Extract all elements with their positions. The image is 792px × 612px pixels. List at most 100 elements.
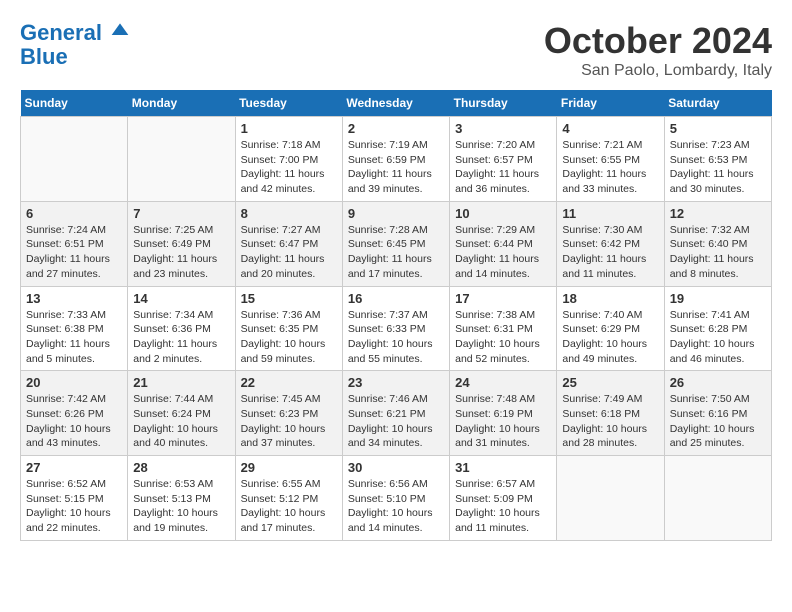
- day-info: Sunrise: 6:52 AMSunset: 5:15 PMDaylight:…: [26, 477, 122, 536]
- day-number: 10: [455, 206, 551, 221]
- weekday-header-wednesday: Wednesday: [342, 90, 449, 117]
- day-info: Sunrise: 7:46 AMSunset: 6:21 PMDaylight:…: [348, 392, 444, 451]
- day-info: Sunrise: 7:21 AMSunset: 6:55 PMDaylight:…: [562, 138, 658, 197]
- calendar-cell: [557, 456, 664, 541]
- day-number: 20: [26, 375, 122, 390]
- day-info: Sunrise: 7:41 AMSunset: 6:28 PMDaylight:…: [670, 308, 766, 367]
- day-number: 5: [670, 121, 766, 136]
- calendar-cell: [664, 456, 771, 541]
- day-info: Sunrise: 7:44 AMSunset: 6:24 PMDaylight:…: [133, 392, 229, 451]
- day-info: Sunrise: 7:18 AMSunset: 7:00 PMDaylight:…: [241, 138, 337, 197]
- weekday-header-friday: Friday: [557, 90, 664, 117]
- day-info: Sunrise: 7:42 AMSunset: 6:26 PMDaylight:…: [26, 392, 122, 451]
- day-info: Sunrise: 7:49 AMSunset: 6:18 PMDaylight:…: [562, 392, 658, 451]
- day-info: Sunrise: 7:20 AMSunset: 6:57 PMDaylight:…: [455, 138, 551, 197]
- logo-general: General: [20, 20, 102, 45]
- week-row-1: 1 Sunrise: 7:18 AMSunset: 7:00 PMDaylight…: [21, 117, 772, 202]
- month-title: October 2024: [544, 20, 772, 62]
- weekday-header-sunday: Sunday: [21, 90, 128, 117]
- day-info: Sunrise: 7:50 AMSunset: 6:16 PMDaylight:…: [670, 392, 766, 451]
- title-block: October 2024 San Paolo, Lombardy, Italy: [544, 20, 772, 80]
- day-number: 24: [455, 375, 551, 390]
- day-number: 25: [562, 375, 658, 390]
- day-number: 23: [348, 375, 444, 390]
- day-number: 7: [133, 206, 229, 221]
- logo-icon: [110, 20, 130, 40]
- calendar-cell: 17Sunrise: 7:38 AMSunset: 6:31 PMDayligh…: [450, 286, 557, 371]
- day-info: Sunrise: 7:40 AMSunset: 6:29 PMDaylight:…: [562, 308, 658, 367]
- calendar-cell: 10Sunrise: 7:29 AMSunset: 6:44 PMDayligh…: [450, 201, 557, 286]
- day-number: 26: [670, 375, 766, 390]
- day-number: 14: [133, 291, 229, 306]
- week-row-2: 6 Sunrise: 7:24 AMSunset: 6:51 PMDaylight…: [21, 201, 772, 286]
- day-number: 13: [26, 291, 122, 306]
- day-number: 28: [133, 460, 229, 475]
- week-row-4: 20 Sunrise: 7:42 AMSunset: 6:26 PMDayligh…: [21, 371, 772, 456]
- weekday-header-monday: Monday: [128, 90, 235, 117]
- calendar-cell: 23 Sunrise: 7:46 AMSunset: 6:21 PMDayligh…: [342, 371, 449, 456]
- calendar-cell: 20 Sunrise: 7:42 AMSunset: 6:26 PMDayligh…: [21, 371, 128, 456]
- day-info: Sunrise: 7:27 AMSunset: 6:47 PMDaylight:…: [241, 223, 337, 282]
- day-info: Sunrise: 7:48 AMSunset: 6:19 PMDaylight:…: [455, 392, 551, 451]
- calendar-cell: 22Sunrise: 7:45 AMSunset: 6:23 PMDayligh…: [235, 371, 342, 456]
- day-number: 16: [348, 291, 444, 306]
- calendar-cell: 2 Sunrise: 7:19 AMSunset: 6:59 PMDaylight…: [342, 117, 449, 202]
- location-title: San Paolo, Lombardy, Italy: [544, 62, 772, 80]
- calendar-cell: 16 Sunrise: 7:37 AMSunset: 6:33 PMDayligh…: [342, 286, 449, 371]
- day-info: Sunrise: 7:37 AMSunset: 6:33 PMDaylight:…: [348, 308, 444, 367]
- day-info: Sunrise: 7:23 AMSunset: 6:53 PMDaylight:…: [670, 138, 766, 197]
- calendar-cell: 8 Sunrise: 7:27 AMSunset: 6:47 PMDaylight…: [235, 201, 342, 286]
- day-info: Sunrise: 7:24 AMSunset: 6:51 PMDaylight:…: [26, 223, 122, 282]
- day-number: 18: [562, 291, 658, 306]
- day-number: 3: [455, 121, 551, 136]
- calendar-table: SundayMondayTuesdayWednesdayThursdayFrid…: [20, 90, 772, 541]
- calendar-cell: 12Sunrise: 7:32 AMSunset: 6:40 PMDayligh…: [664, 201, 771, 286]
- day-number: 17: [455, 291, 551, 306]
- day-number: 15: [241, 291, 337, 306]
- calendar-cell: 9Sunrise: 7:28 AMSunset: 6:45 PMDaylight…: [342, 201, 449, 286]
- day-number: 6: [26, 206, 122, 221]
- calendar-cell: 31Sunrise: 6:57 AMSunset: 5:09 PMDayligh…: [450, 456, 557, 541]
- day-info: Sunrise: 7:36 AMSunset: 6:35 PMDaylight:…: [241, 308, 337, 367]
- day-number: 2: [348, 121, 444, 136]
- day-number: 1: [241, 121, 337, 136]
- day-info: Sunrise: 7:25 AMSunset: 6:49 PMDaylight:…: [133, 223, 229, 282]
- day-info: Sunrise: 6:57 AMSunset: 5:09 PMDaylight:…: [455, 477, 551, 536]
- calendar-cell: 27 Sunrise: 6:52 AMSunset: 5:15 PMDayligh…: [21, 456, 128, 541]
- calendar-cell: 3 Sunrise: 7:20 AMSunset: 6:57 PMDaylight…: [450, 117, 557, 202]
- day-info: Sunrise: 7:45 AMSunset: 6:23 PMDaylight:…: [241, 392, 337, 451]
- weekday-header-thursday: Thursday: [450, 90, 557, 117]
- calendar-cell: 1 Sunrise: 7:18 AMSunset: 7:00 PMDaylight…: [235, 117, 342, 202]
- calendar-cell: 30Sunrise: 6:56 AMSunset: 5:10 PMDayligh…: [342, 456, 449, 541]
- calendar-cell: [21, 117, 128, 202]
- calendar-cell: 13 Sunrise: 7:33 AMSunset: 6:38 PMDayligh…: [21, 286, 128, 371]
- week-row-3: 13 Sunrise: 7:33 AMSunset: 6:38 PMDayligh…: [21, 286, 772, 371]
- week-row-5: 27 Sunrise: 6:52 AMSunset: 5:15 PMDayligh…: [21, 456, 772, 541]
- calendar-cell: 28 Sunrise: 6:53 AMSunset: 5:13 PMDayligh…: [128, 456, 235, 541]
- calendar-cell: 19Sunrise: 7:41 AMSunset: 6:28 PMDayligh…: [664, 286, 771, 371]
- calendar-cell: 14Sunrise: 7:34 AMSunset: 6:36 PMDayligh…: [128, 286, 235, 371]
- day-info: Sunrise: 6:56 AMSunset: 5:10 PMDaylight:…: [348, 477, 444, 536]
- weekday-header-row: SundayMondayTuesdayWednesdayThursdayFrid…: [21, 90, 772, 117]
- calendar-cell: 26 Sunrise: 7:50 AMSunset: 6:16 PMDayligh…: [664, 371, 771, 456]
- calendar-cell: 6 Sunrise: 7:24 AMSunset: 6:51 PMDaylight…: [21, 201, 128, 286]
- day-info: Sunrise: 7:30 AMSunset: 6:42 PMDaylight:…: [562, 223, 658, 282]
- day-number: 29: [241, 460, 337, 475]
- calendar-cell: 24 Sunrise: 7:48 AMSunset: 6:19 PMDayligh…: [450, 371, 557, 456]
- calendar-cell: 4Sunrise: 7:21 AMSunset: 6:55 PMDaylight…: [557, 117, 664, 202]
- calendar-cell: 29 Sunrise: 6:55 AMSunset: 5:12 PMDayligh…: [235, 456, 342, 541]
- day-info: Sunrise: 7:32 AMSunset: 6:40 PMDaylight:…: [670, 223, 766, 282]
- day-info: Sunrise: 6:55 AMSunset: 5:12 PMDaylight:…: [241, 477, 337, 536]
- day-number: 8: [241, 206, 337, 221]
- page-header: General Blue October 2024 San Paolo, Lom…: [20, 20, 772, 80]
- day-info: Sunrise: 7:28 AMSunset: 6:45 PMDaylight:…: [348, 223, 444, 282]
- day-info: Sunrise: 6:53 AMSunset: 5:13 PMDaylight:…: [133, 477, 229, 536]
- day-info: Sunrise: 7:33 AMSunset: 6:38 PMDaylight:…: [26, 308, 122, 367]
- day-info: Sunrise: 7:19 AMSunset: 6:59 PMDaylight:…: [348, 138, 444, 197]
- weekday-header-tuesday: Tuesday: [235, 90, 342, 117]
- logo: General Blue: [20, 20, 130, 69]
- calendar-cell: 18 Sunrise: 7:40 AMSunset: 6:29 PMDayligh…: [557, 286, 664, 371]
- calendar-cell: 7 Sunrise: 7:25 AMSunset: 6:49 PMDaylight…: [128, 201, 235, 286]
- day-number: 27: [26, 460, 122, 475]
- weekday-header-saturday: Saturday: [664, 90, 771, 117]
